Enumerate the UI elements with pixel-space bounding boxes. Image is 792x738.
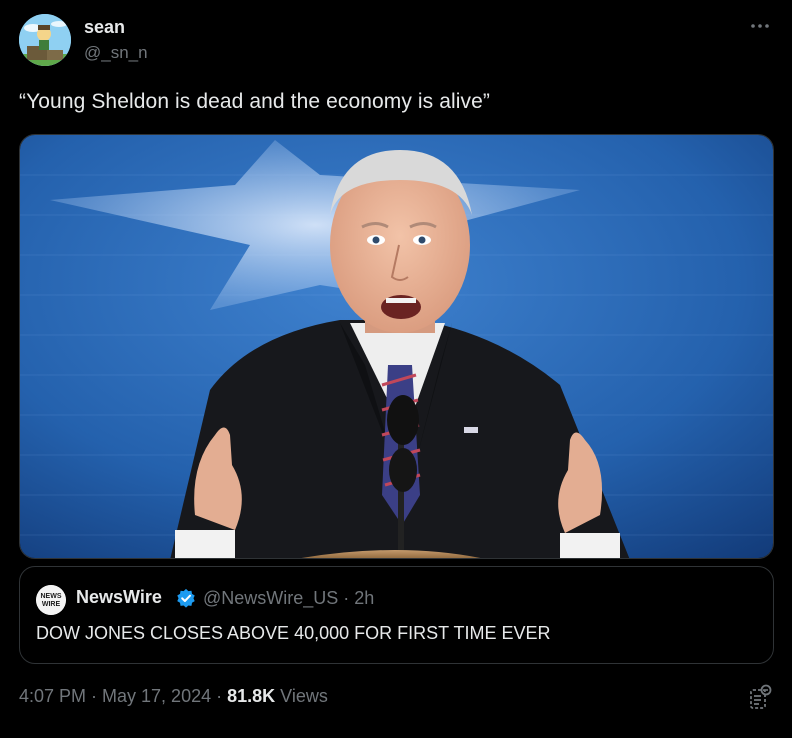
more-icon [751, 24, 769, 28]
quote-avatar[interactable]: NEWS WIRE [36, 585, 66, 615]
tweet-photo[interactable] [19, 134, 774, 559]
quote-tweet-card[interactable]: NEWS WIRE NewsWire @NewsWire_US · 2h DOW… [19, 566, 774, 664]
quote-text: DOW JONES CLOSES ABOVE 40,000 FOR FIRST … [36, 623, 551, 643]
svg-text:WIRE: WIRE [42, 601, 61, 608]
photo-illustration [20, 135, 773, 558]
quote-meta[interactable]: @NewsWire_US · 2h [203, 588, 374, 609]
author-name[interactable]: sean [84, 17, 125, 38]
more-options-button[interactable] [748, 14, 772, 38]
tweet: sean @_sn_n “Young Sheldon is dead and t… [0, 0, 792, 738]
newswire-logo-icon: NEWS WIRE [36, 585, 66, 615]
tweet-footer: 4:07 PM · May 17, 2024 · 81.8K Views [19, 686, 328, 707]
quote-author-name[interactable]: NewsWire [76, 587, 162, 608]
svg-text:NEWS: NEWS [41, 593, 62, 600]
views-count: 81.8K [227, 686, 276, 706]
author-handle[interactable]: @_sn_n [84, 43, 148, 63]
author-avatar[interactable] [19, 14, 71, 66]
cartoon-avatar-icon [19, 14, 71, 66]
grok-analysis-icon[interactable] [748, 684, 772, 712]
views-label: Views [275, 686, 328, 706]
timestamp[interactable]: 4:07 PM · May 17, 2024 · [19, 686, 227, 706]
tweet-text: “Young Sheldon is dead and the economy i… [19, 90, 491, 113]
verified-badge-icon [177, 588, 195, 608]
